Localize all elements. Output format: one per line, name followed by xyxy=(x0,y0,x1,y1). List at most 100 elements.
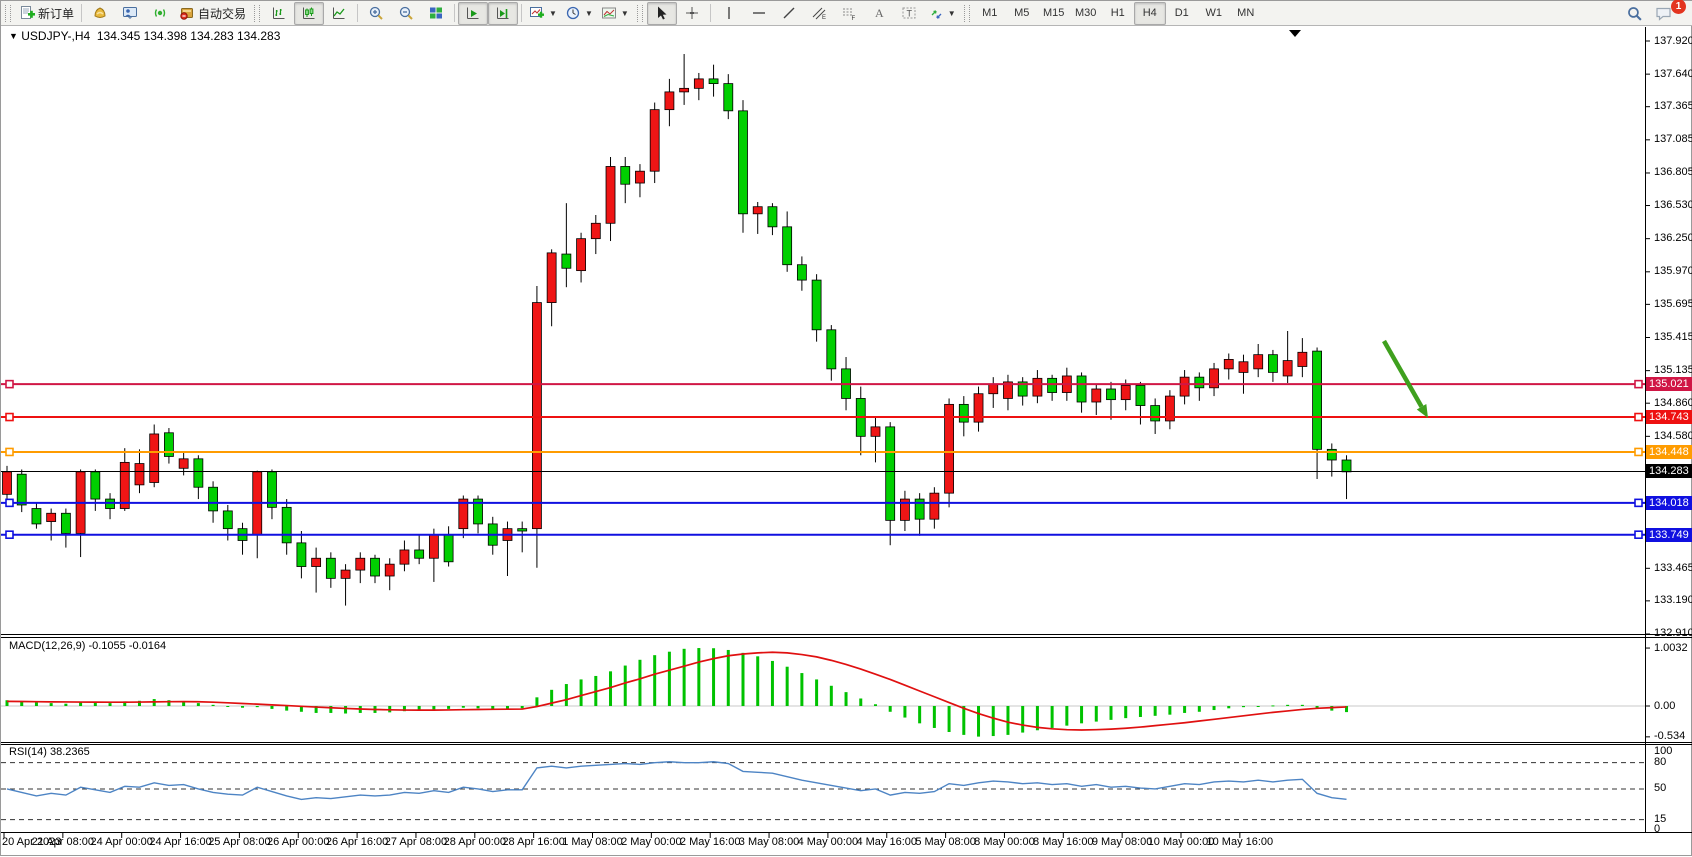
candle-body[interactable] xyxy=(871,427,880,436)
label-tool-button[interactable]: T xyxy=(894,2,924,25)
timeframe-mn-button[interactable]: MN xyxy=(1230,2,1262,25)
candle-body[interactable] xyxy=(591,223,600,238)
community-button[interactable] xyxy=(115,2,145,25)
text-tool-button[interactable]: A xyxy=(864,2,894,25)
candle-body[interactable] xyxy=(606,166,615,223)
candle-body[interactable] xyxy=(356,558,365,570)
toolbar-grip[interactable] xyxy=(5,5,11,22)
candle-body[interactable] xyxy=(1092,389,1101,402)
candle-body[interactable] xyxy=(1151,406,1160,421)
candle-body[interactable] xyxy=(1254,355,1263,369)
candle-body[interactable] xyxy=(400,550,409,564)
candle-body[interactable] xyxy=(1313,351,1322,449)
line-handle[interactable] xyxy=(1635,499,1642,506)
candle-body[interactable] xyxy=(1268,355,1277,373)
new-chart-button[interactable]: ▼ xyxy=(525,2,561,25)
candle-body[interactable] xyxy=(223,511,232,529)
tile-windows-button[interactable] xyxy=(421,2,451,25)
candle-body[interactable] xyxy=(635,171,644,183)
autotrading-button[interactable]: 自动交易 xyxy=(175,2,250,25)
candle-body[interactable] xyxy=(194,459,203,487)
candle-body[interactable] xyxy=(562,254,571,268)
timeframe-h1-button[interactable]: H1 xyxy=(1102,2,1134,25)
candle-body[interactable] xyxy=(282,507,291,543)
timeframe-m15-button[interactable]: M15 xyxy=(1038,2,1070,25)
timeframe-m1-button[interactable]: M1 xyxy=(974,2,1006,25)
chart-shift-button[interactable] xyxy=(488,2,518,25)
vertical-line-tool-button[interactable] xyxy=(714,2,744,25)
cursor-button[interactable] xyxy=(647,2,677,25)
line-handle[interactable] xyxy=(6,499,13,506)
candle-body[interactable] xyxy=(371,558,380,576)
candle-body[interactable] xyxy=(768,207,777,227)
chart-canvas[interactable] xyxy=(1,1,1692,857)
trendline-tool-button[interactable] xyxy=(774,2,804,25)
candle-body[interactable] xyxy=(415,550,424,558)
candle-body[interactable] xyxy=(650,110,659,172)
timeframe-h4-button[interactable]: H4 xyxy=(1134,2,1166,25)
candle-body[interactable] xyxy=(61,513,70,533)
zoom-out-button[interactable] xyxy=(391,2,421,25)
candle-body[interactable] xyxy=(989,384,998,393)
candle-body[interactable] xyxy=(341,570,350,578)
candle-body[interactable] xyxy=(783,227,792,265)
candle-body[interactable] xyxy=(429,535,438,559)
candle-body[interactable] xyxy=(518,529,527,531)
candle-body[interactable] xyxy=(1342,460,1351,472)
candle-body[interactable] xyxy=(297,543,306,567)
candle-body[interactable] xyxy=(1107,389,1116,400)
new-order-button[interactable]: 新订单 xyxy=(15,2,78,25)
candle-body[interactable] xyxy=(1239,362,1248,373)
candle-body[interactable] xyxy=(32,509,41,524)
candle-body[interactable] xyxy=(1033,378,1042,396)
signal-button[interactable] xyxy=(145,2,175,25)
toolbar-grip[interactable] xyxy=(964,5,970,22)
chart-shift-marker[interactable] xyxy=(1289,30,1301,37)
chat-button[interactable]: 1 xyxy=(1649,2,1679,25)
candle-body[interactable] xyxy=(680,88,689,92)
line-handle[interactable] xyxy=(1635,414,1642,421)
candle-body[interactable] xyxy=(724,84,733,111)
candle-body[interactable] xyxy=(135,464,144,485)
line-handle[interactable] xyxy=(6,531,13,538)
candle-body[interactable] xyxy=(444,535,453,562)
line-handle[interactable] xyxy=(1635,381,1642,388)
candle-body[interactable] xyxy=(1195,377,1204,388)
candle-body[interactable] xyxy=(1224,359,1233,368)
candle-body[interactable] xyxy=(326,558,335,578)
candle-body[interactable] xyxy=(694,79,703,88)
candle-body[interactable] xyxy=(1180,377,1189,396)
line-handle[interactable] xyxy=(1635,448,1642,455)
line-handle[interactable] xyxy=(1635,531,1642,538)
timeframe-d1-button[interactable]: D1 xyxy=(1166,2,1198,25)
candle-body[interactable] xyxy=(1283,361,1292,376)
toolbar-grip[interactable] xyxy=(254,5,260,22)
candle-body[interactable] xyxy=(930,493,939,519)
search-button[interactable] xyxy=(1619,2,1649,25)
candle-body[interactable] xyxy=(797,265,806,280)
candle-body[interactable] xyxy=(709,79,718,84)
candle-body[interactable] xyxy=(827,330,836,369)
candle-body[interactable] xyxy=(959,404,968,422)
toolbar-grip[interactable] xyxy=(637,5,643,22)
candle-body[interactable] xyxy=(120,462,129,508)
timeframe-m5-button[interactable]: M5 xyxy=(1006,2,1038,25)
bar-chart-type-button[interactable] xyxy=(264,2,294,25)
template-button[interactable]: ▼ xyxy=(597,2,633,25)
candle-body[interactable] xyxy=(1048,378,1057,392)
arrow-annotation[interactable] xyxy=(1384,341,1422,407)
candle-body[interactable] xyxy=(532,303,541,529)
candle-body[interactable] xyxy=(1136,385,1145,405)
candle-body[interactable] xyxy=(886,427,895,521)
candle-body[interactable] xyxy=(312,558,321,566)
channel-tool-button[interactable]: E xyxy=(804,2,834,25)
candle-body[interactable] xyxy=(621,166,630,184)
horizontal-line-tool-button[interactable] xyxy=(744,2,774,25)
candle-body[interactable] xyxy=(739,111,748,214)
candle-body[interactable] xyxy=(1121,385,1130,399)
candle-body[interactable] xyxy=(812,280,821,330)
candle-body[interactable] xyxy=(1327,449,1336,460)
candle-body[interactable] xyxy=(1298,352,1307,366)
gold-seal-button[interactable] xyxy=(85,2,115,25)
candle-body[interactable] xyxy=(150,434,159,483)
